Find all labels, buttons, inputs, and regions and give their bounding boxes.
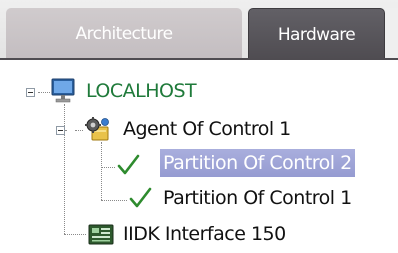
tree-connector	[38, 92, 50, 93]
checkmark-icon	[128, 184, 154, 212]
tab-architecture-label: Architecture	[75, 24, 173, 44]
localhost-collapse-toggle[interactable]	[26, 88, 35, 97]
hardware-tree-panel: Architecture Hardware LOCALHOST Agent Of…	[0, 0, 398, 253]
agent-collapse-toggle[interactable]	[56, 126, 65, 135]
tree-connector	[64, 104, 65, 234]
tree-node-iidk-interface-150[interactable]: IIDK Interface 150	[120, 220, 289, 248]
tree-connector	[75, 130, 83, 131]
tree-node-partition-of-control-2[interactable]: Partition Of Control 2	[160, 149, 355, 177]
checkmark-icon	[116, 151, 142, 179]
tree-node-agent-of-control-1[interactable]: Agent Of Control 1	[120, 115, 294, 143]
device-tree: LOCALHOST Agent Of Control 1 Partition O…	[0, 60, 398, 253]
tab-strip: Architecture Hardware	[0, 0, 398, 60]
tree-node-localhost[interactable]: LOCALHOST	[83, 77, 199, 105]
tree-connector	[101, 200, 127, 201]
computer-icon	[50, 77, 78, 105]
tree-connector	[64, 234, 86, 235]
tree-connector	[101, 167, 115, 168]
tab-strip-gap	[385, 8, 398, 60]
tab-architecture[interactable]: Architecture	[6, 8, 242, 60]
tab-hardware[interactable]: Hardware	[248, 8, 385, 60]
agent-icon	[83, 115, 113, 143]
tree-connector	[101, 142, 102, 200]
tree-node-partition-of-control-1[interactable]: Partition Of Control 1	[160, 184, 355, 212]
interface-board-icon	[87, 222, 115, 248]
tab-hardware-label: Hardware	[277, 24, 356, 45]
